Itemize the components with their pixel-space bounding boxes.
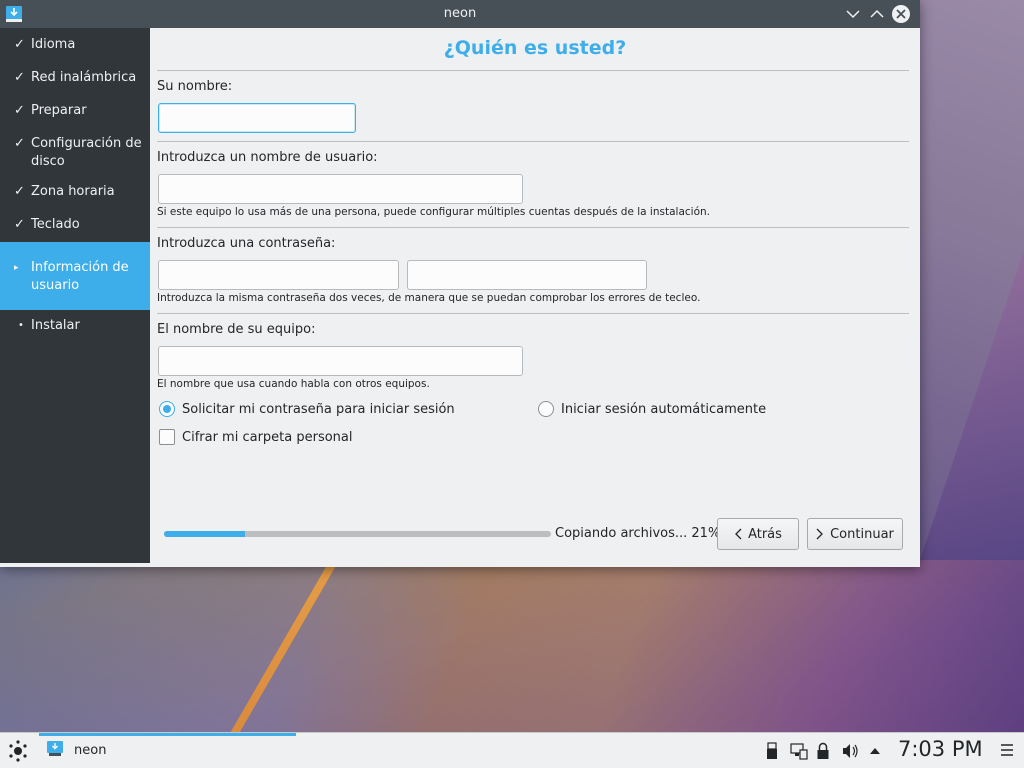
divider	[157, 313, 909, 314]
network-icon[interactable]	[790, 741, 808, 761]
current-step-arrow-icon: ▸	[14, 263, 19, 273]
encrypt-home-option[interactable]: Cifrar mi carpeta personal	[159, 429, 353, 445]
sidebar-step-disco: ✓ Configuración de disco	[0, 135, 150, 171]
checkmark-icon: ✓	[14, 136, 25, 151]
installer-icon	[46, 740, 64, 762]
sidebar-step-preparar: ✓ Preparar	[0, 102, 150, 120]
username-label: Introduzca un nombre de usuario:	[157, 150, 378, 165]
name-input[interactable]	[159, 104, 355, 132]
chevron-up-icon[interactable]	[867, 4, 887, 24]
autologin-radio[interactable]	[538, 401, 554, 417]
sidebar-step-red: ✓ Red inalámbrica	[0, 69, 150, 87]
clock[interactable]: 7:03 PM	[898, 737, 983, 761]
divider	[157, 141, 909, 142]
hostname-label: El nombre de su equipo:	[157, 322, 316, 337]
password-confirm-field[interactable]	[407, 260, 647, 290]
checkmark-icon: ✓	[14, 217, 25, 232]
taskbar-task-label: neon	[74, 743, 107, 758]
volume-icon[interactable]	[841, 741, 859, 761]
back-button-label: Atrás	[748, 526, 782, 542]
lock-icon[interactable]	[816, 741, 830, 761]
usb-icon[interactable]	[765, 741, 779, 761]
hostname-input[interactable]	[159, 347, 522, 375]
password-label: Introduzca una contraseña:	[157, 236, 336, 251]
sidebar-step-label: Preparar	[31, 103, 87, 118]
username-field[interactable]	[158, 174, 523, 204]
chevron-left-icon	[735, 528, 742, 540]
wallpaper-shard	[0, 560, 1024, 760]
chevron-right-icon	[816, 528, 824, 540]
page-title: ¿Quién es usted?	[443, 37, 627, 59]
encrypt-home-label: Cifrar mi carpeta personal	[182, 429, 353, 445]
divider	[157, 70, 909, 71]
window-titlebar[interactable]: neon	[0, 0, 920, 28]
autologin-label: Iniciar sesión automáticamente	[561, 401, 767, 417]
ask-password-option[interactable]: Solicitar mi contraseña para iniciar ses…	[159, 401, 455, 417]
checkmark-icon: ✓	[14, 37, 25, 52]
sidebar-step-teclado: ✓ Teclado	[0, 216, 150, 234]
taskbar: neon 7:03 PM	[0, 732, 1024, 768]
hamburger-menu-icon[interactable]	[1000, 742, 1014, 762]
divider	[157, 227, 909, 228]
checkmark-icon: ✓	[14, 103, 25, 118]
sidebar-step-label: Teclado	[31, 217, 80, 232]
sidebar-step-label: Red inalámbrica	[31, 70, 137, 85]
name-label: Su nombre:	[157, 79, 233, 94]
name-field[interactable]	[158, 103, 356, 133]
password-confirm-input[interactable]	[408, 261, 646, 289]
close-icon[interactable]	[891, 4, 911, 24]
autologin-option[interactable]: Iniciar sesión automáticamente	[538, 401, 766, 417]
sidebar-step-idioma: ✓ Idioma	[0, 36, 150, 54]
sidebar-step-instalar: • Instalar	[0, 317, 150, 335]
installer-window: neon ✓ Idioma ✓ Red inalámbrica ✓ Prepar…	[0, 0, 920, 567]
username-hint: Si este equipo lo usa más de una persona…	[157, 206, 710, 218]
continue-button[interactable]: Continuar	[807, 518, 903, 550]
hostname-hint: El nombre que usa cuando habla con otros…	[157, 378, 430, 390]
ask-password-label: Solicitar mi contraseña para iniciar ses…	[182, 401, 455, 417]
installer-steps-sidebar: ✓ Idioma ✓ Red inalámbrica ✓ Preparar ✓ …	[0, 28, 150, 563]
neon-launcher-icon[interactable]	[6, 739, 30, 763]
encrypt-home-checkbox[interactable]	[159, 429, 175, 445]
install-progress-fill	[164, 531, 246, 537]
chevron-down-icon[interactable]	[843, 4, 863, 24]
window-title: neon	[443, 6, 477, 21]
checkmark-icon: ✓	[14, 70, 25, 85]
expand-tray-icon[interactable]	[868, 741, 882, 761]
password-field[interactable]	[158, 260, 399, 290]
checkmark-icon: ✓	[14, 184, 25, 199]
sidebar-step-label: Idioma	[31, 37, 76, 52]
sidebar-step-label: Instalar	[31, 318, 80, 333]
back-button[interactable]: Atrás	[717, 518, 799, 550]
username-input[interactable]	[159, 175, 522, 203]
sidebar-step-label: Configuración de disco	[31, 136, 142, 169]
taskbar-task-neon[interactable]: neon	[39, 733, 296, 768]
hostname-field[interactable]	[158, 346, 523, 376]
bullet-icon: •	[18, 320, 24, 331]
user-info-page: ¿Quién es usted? Su nombre: Introduzca u…	[150, 28, 920, 567]
password-input[interactable]	[159, 261, 398, 289]
sidebar-step-usuario: ▸ Información de usuario	[0, 242, 150, 310]
sidebar-step-zona: ✓ Zona horaria	[0, 183, 150, 201]
ask-password-radio[interactable]	[159, 401, 175, 417]
progress-status-text: Copiando archivos... 21%	[555, 526, 721, 541]
continue-button-label: Continuar	[830, 526, 894, 542]
install-progress-bar	[164, 531, 551, 537]
sidebar-step-label: Zona horaria	[31, 184, 115, 199]
password-hint: Introduzca la misma contraseña dos veces…	[157, 292, 701, 304]
sidebar-step-label: Información de usuario	[31, 260, 129, 293]
